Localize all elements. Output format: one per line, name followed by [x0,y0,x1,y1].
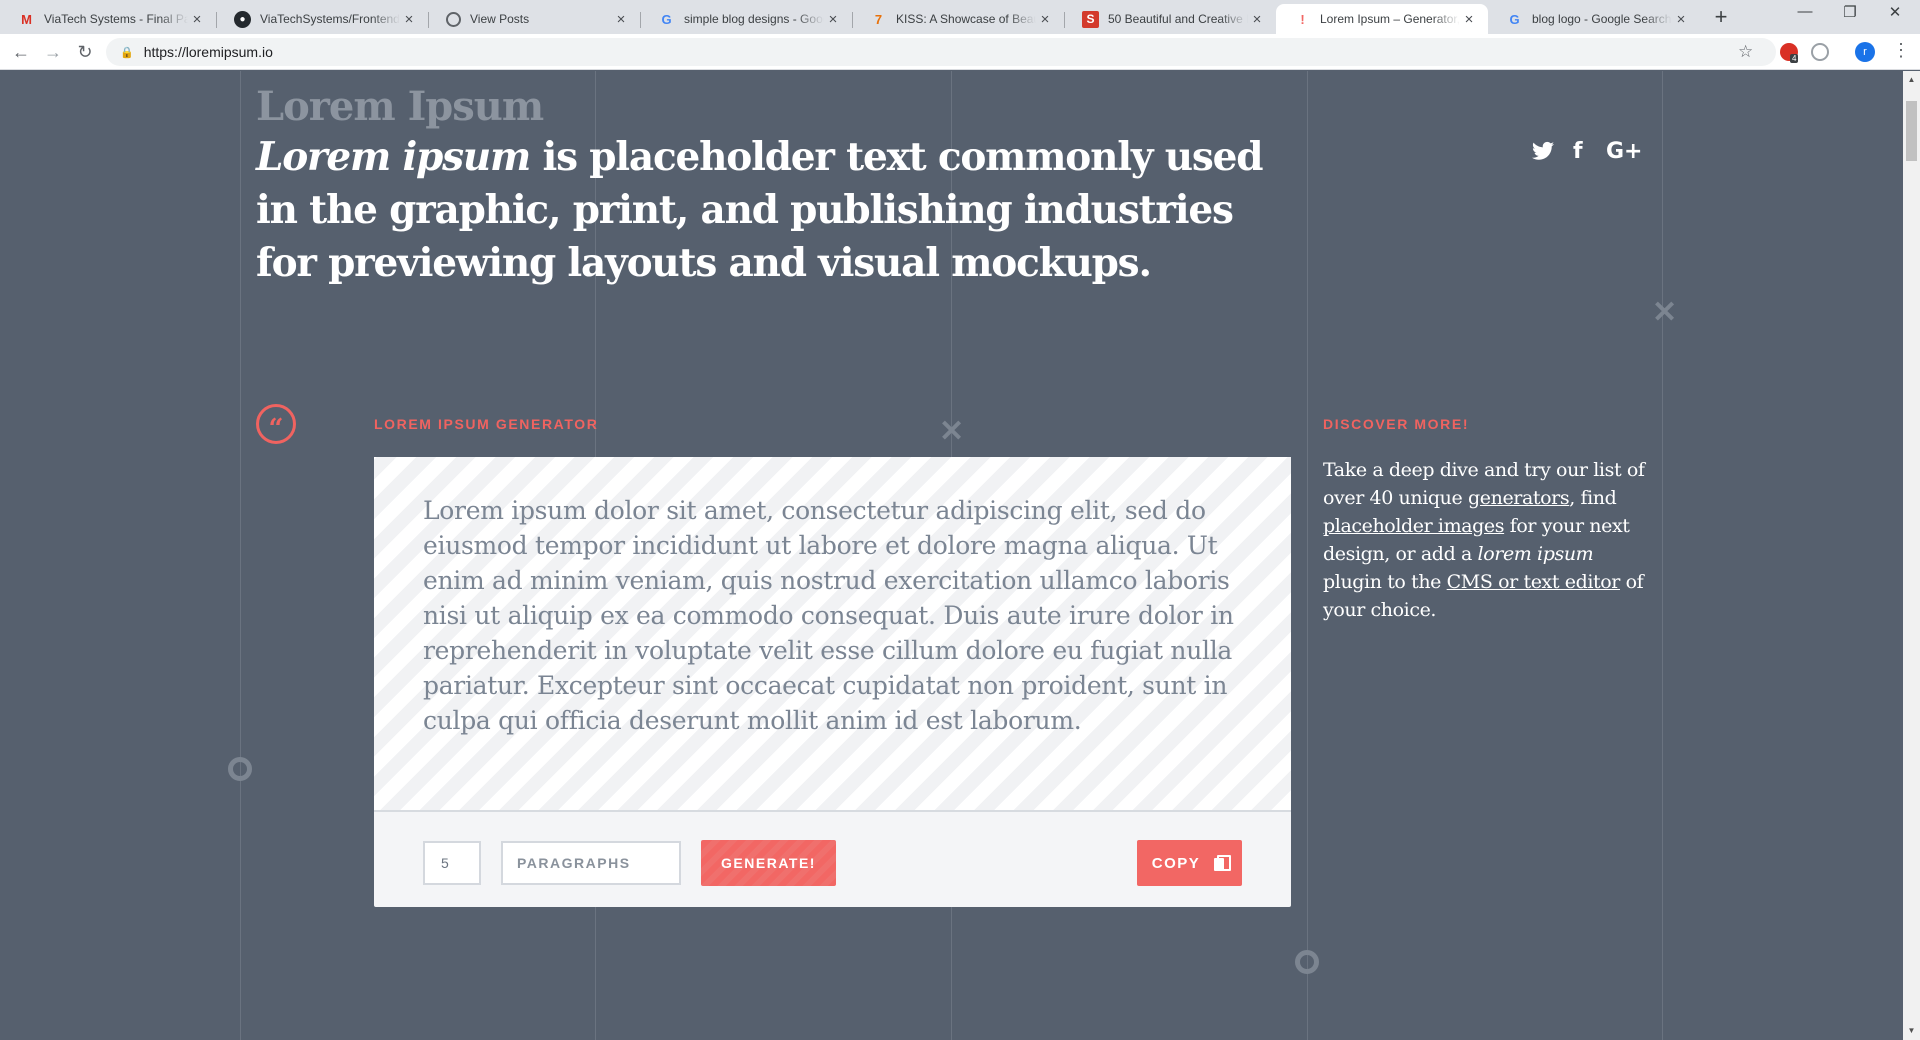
generator-card: Lorem ipsum dolor sit amet, consectetur … [374,457,1291,907]
close-icon[interactable]: × [1036,11,1054,28]
tab-google-blog-logo[interactable]: G blog logo - Google Search × [1488,4,1700,34]
tab-google-blog-designs[interactable]: G simple blog designs - Google × [640,4,852,34]
tab-title: blog logo - Google Search [1532,12,1672,26]
page-viewport: ✕ ✕ Lorem Ipsum Lorem ipsum is placehold… [0,71,1903,1040]
placeholder-images-link[interactable]: placeholder images [1323,515,1505,537]
decorative-circle-icon [1295,950,1319,974]
generator-label: LOREM IPSUM GENERATOR [374,416,599,432]
tab-smashing[interactable]: S 50 Beautiful and Creative Blog × [1064,4,1276,34]
tab-title: ViaTechSystems/FrontendBlog [260,12,400,26]
kiss-icon: 7 [874,11,883,27]
scroll-down-arrow[interactable]: ▼ [1903,1026,1920,1035]
lorem-icon: ! [1300,11,1305,27]
close-icon[interactable]: × [612,11,630,28]
copy-label: COPY [1151,854,1201,872]
close-icon[interactable]: × [400,11,418,28]
google-icon: G [1509,11,1520,27]
url-text: https://loremipsum.io [143,44,273,60]
back-button[interactable]: ← [9,40,33,64]
restore-button[interactable]: ❐ [1830,3,1870,27]
hero-emphasis: Lorem ipsum [256,134,531,180]
tab-kiss[interactable]: 7 KISS: A Showcase of Beautiful × [852,4,1064,34]
address-bar[interactable]: 🔒 https://loremipsum.io [106,38,1776,66]
scroll-thumb[interactable] [1906,101,1917,161]
facebook-icon[interactable]: f [1573,139,1583,164]
quote-icon: “ [256,404,296,444]
discover-text-part: , find [1569,487,1617,509]
smashing-icon: S [1082,10,1099,28]
grid-line [1662,71,1663,1040]
hero-heading: Lorem ipsum is placeholder text commonly… [256,131,1296,290]
site-logo[interactable]: Lorem Ipsum [256,83,544,130]
paragraph-count-input[interactable]: 5 [423,841,481,885]
new-tab-button[interactable]: + [1708,6,1734,30]
browser-toolbar: ← → ↻ 🔒 https://loremipsum.io ☆ 4 r ⋮ [0,34,1920,70]
generate-button[interactable]: GENERATE! [701,840,836,886]
lock-icon: 🔒 [120,46,134,59]
decorative-circle-icon [228,757,252,781]
close-icon[interactable]: × [824,11,842,28]
scroll-up-arrow[interactable]: ▲ [1903,75,1920,84]
unit-select[interactable]: PARAGRAPHS [501,841,681,885]
discover-emphasis: lorem ipsum [1477,543,1594,565]
discover-text-part: plugin to the [1323,571,1447,593]
google-icon: G [661,11,672,27]
forward-button[interactable]: → [41,40,65,64]
tab-title: View Posts [470,12,530,26]
gmail-icon: M [21,11,32,27]
reload-button[interactable]: ↻ [73,40,97,64]
tab-gmail[interactable]: M ViaTech Systems - Final Part × [0,4,216,34]
shield-extension-icon[interactable] [1811,43,1829,61]
tab-github[interactable]: ● ViaTechSystems/FrontendBlog × [216,4,428,34]
tab-title: KISS: A Showcase of Beautiful [896,12,1036,26]
decorative-x-icon: ✕ [939,415,965,448]
tab-title: 50 Beautiful and Creative Blog [1108,12,1248,26]
page-scrollbar[interactable]: ▲ ▼ [1903,71,1920,1040]
copy-button[interactable]: COPY [1137,840,1242,886]
twitter-icon[interactable] [1532,141,1554,167]
tab-title: Lorem Ipsum – Generator, Origins [1320,12,1460,26]
close-icon[interactable]: × [188,11,206,28]
grid-line [1307,71,1308,1040]
menu-icon[interactable]: ⋮ [1892,40,1910,61]
clipboard-icon [1214,855,1232,871]
globe-icon [446,11,461,27]
github-icon: ● [234,10,251,28]
discover-label: DISCOVER MORE! [1323,416,1470,432]
grid-line [240,71,241,1040]
minimize-button[interactable]: — [1785,3,1825,27]
close-icon[interactable]: × [1672,11,1690,28]
profile-avatar[interactable]: r [1855,42,1875,62]
extension-badge: 4 [1790,54,1799,63]
close-icon[interactable]: × [1460,11,1478,28]
close-icon[interactable]: × [1248,11,1266,28]
tab-view-posts[interactable]: View Posts × [428,4,640,34]
tab-title: ViaTech Systems - Final Part [44,12,188,26]
bookmark-star-icon[interactable]: ☆ [1738,42,1753,62]
generators-link[interactable]: generators [1468,487,1570,509]
generated-text[interactable]: Lorem ipsum dolor sit amet, consectetur … [374,457,1291,812]
close-window-button[interactable]: ✕ [1875,3,1915,27]
discover-text: Take a deep dive and try our list of ove… [1323,456,1655,624]
cms-editor-link[interactable]: CMS or text editor [1447,571,1621,593]
tab-title: simple blog designs - Google [684,12,824,26]
google-plus-icon[interactable]: G+ [1606,139,1643,164]
tab-lorem-ipsum[interactable]: ! Lorem Ipsum – Generator, Origins × [1276,4,1488,34]
generator-controls: 5 PARAGRAPHS GENERATE! COPY [374,814,1291,907]
browser-tab-strip: M ViaTech Systems - Final Part × ● ViaTe… [0,0,1920,34]
decorative-x-icon: ✕ [1652,296,1678,329]
